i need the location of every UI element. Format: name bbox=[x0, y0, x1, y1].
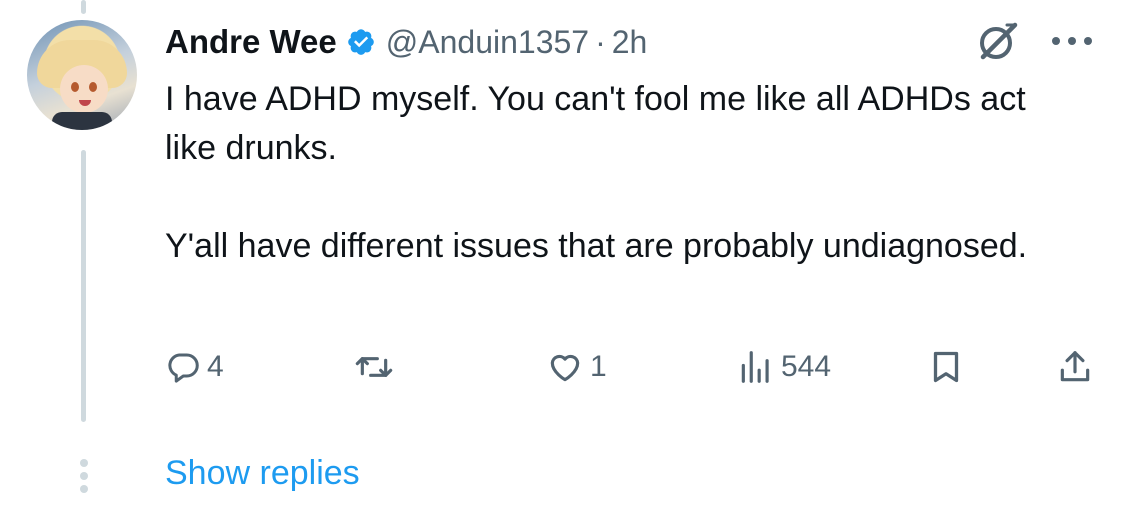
avatar[interactable] bbox=[27, 20, 137, 130]
tweet-text: I have ADHD myself. You can't fool me li… bbox=[165, 75, 1065, 271]
bookmark-button[interactable] bbox=[928, 345, 964, 389]
share-icon bbox=[1056, 348, 1094, 386]
thread-line bbox=[81, 150, 86, 422]
author-handle[interactable]: @Anduin1357 bbox=[386, 24, 589, 61]
bookmark-icon bbox=[928, 349, 964, 385]
tweet-header: Andre Wee @Anduin1357 · 2h bbox=[165, 20, 647, 64]
share-button[interactable] bbox=[1056, 345, 1094, 389]
show-replies-link[interactable]: Show replies bbox=[165, 454, 360, 493]
reply-icon bbox=[165, 349, 201, 385]
thread-line-top bbox=[81, 0, 86, 14]
avatar-collar bbox=[52, 112, 112, 130]
repost-icon bbox=[354, 347, 394, 387]
avatar-eye-right bbox=[89, 82, 97, 92]
heart-icon bbox=[546, 348, 584, 386]
repost-button[interactable] bbox=[354, 345, 400, 389]
more-horizontal-icon[interactable] bbox=[1048, 33, 1096, 49]
views-button[interactable]: 544 bbox=[737, 345, 831, 389]
tweet-time[interactable]: 2h bbox=[612, 24, 648, 61]
reply-button[interactable]: 4 bbox=[165, 345, 224, 389]
more-vertical-icon[interactable] bbox=[78, 458, 90, 494]
grok-icon[interactable] bbox=[974, 19, 1020, 65]
like-button[interactable]: 1 bbox=[546, 345, 607, 389]
verified-badge-icon[interactable] bbox=[346, 27, 376, 57]
handle-time-separator: · bbox=[595, 23, 606, 60]
views-count: 544 bbox=[781, 350, 832, 383]
tweet-paragraph: Y'all have different issues that are pro… bbox=[165, 227, 1028, 265]
tweet-paragraph: I have ADHD myself. You can't fool me li… bbox=[165, 80, 1026, 167]
views-chart-icon bbox=[737, 348, 775, 386]
reply-count: 4 bbox=[207, 350, 224, 383]
like-count: 1 bbox=[590, 350, 607, 383]
author-name[interactable]: Andre Wee bbox=[165, 23, 337, 61]
avatar-eye-left bbox=[71, 82, 79, 92]
